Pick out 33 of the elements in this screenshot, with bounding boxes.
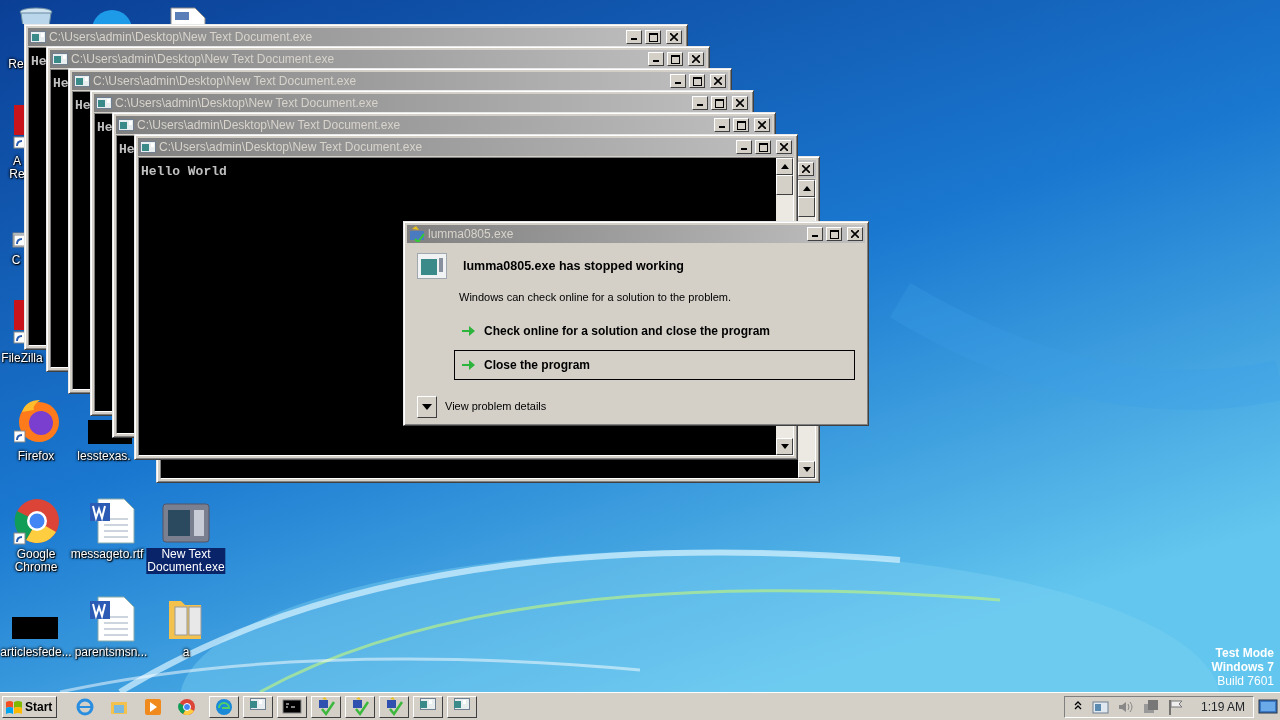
- details-text: View problem details: [445, 399, 547, 415]
- icon-label[interactable]: C: [10, 254, 22, 267]
- console-output: He: [118, 141, 136, 158]
- console-output: He: [52, 75, 70, 92]
- heading: lumma0805.exe has stopped working: [463, 257, 684, 275]
- icon-label[interactable]: Google Chrome: [13, 548, 59, 574]
- window-title: lumma0805.exe: [428, 226, 514, 243]
- console-output: He: [30, 53, 48, 70]
- window-title: C:\Users\admin\Desktop\New Text Document.exe: [49, 29, 313, 46]
- icon-label[interactable]: A Re: [8, 155, 26, 181]
- icon-label[interactable]: lesstexas.: [76, 450, 132, 463]
- window-title: C:\Users\admin\Desktop\New Text Document.exe: [137, 117, 401, 134]
- window-title: C:\Users\admin\Desktop\New Text Document.exe: [159, 139, 423, 156]
- window-title: C:\Users\admin\Desktop\New Text Document.exe: [71, 51, 335, 68]
- system-text: Build 7601: [1216, 674, 1274, 688]
- system-text: Windows 7: [1211, 660, 1274, 674]
- clock[interactable]: 1:19 AM: [1200, 697, 1245, 716]
- option-button[interactable]: Check online for a solution and close the program: [454, 315, 855, 346]
- console-output: He: [74, 97, 92, 114]
- window-title: C:\Users\admin\Desktop\New Text Document.exe: [115, 95, 379, 112]
- option-button[interactable]: Close the program: [454, 349, 855, 380]
- start-button[interactable]: Start: [2, 695, 58, 718]
- icon-label[interactable]: messageto.rtf: [69, 548, 145, 561]
- icon-label[interactable]: Re: [7, 58, 25, 71]
- message-text: Windows can check online for a solution to the problem.: [459, 290, 733, 305]
- window-title: C:\Users\admin\Desktop\New Text Document.exe: [93, 73, 357, 90]
- console-output: Hello World: [140, 163, 228, 180]
- icon-label[interactable]: Firefox: [16, 450, 56, 463]
- icon-label[interactable]: FileZilla: [0, 352, 44, 365]
- icon-label[interactable]: New Text Document.exe: [146, 548, 226, 574]
- icon-label[interactable]: articlesfede...: [0, 646, 73, 659]
- system-text: Test Mode: [1214, 646, 1274, 660]
- console-output: He: [96, 119, 114, 136]
